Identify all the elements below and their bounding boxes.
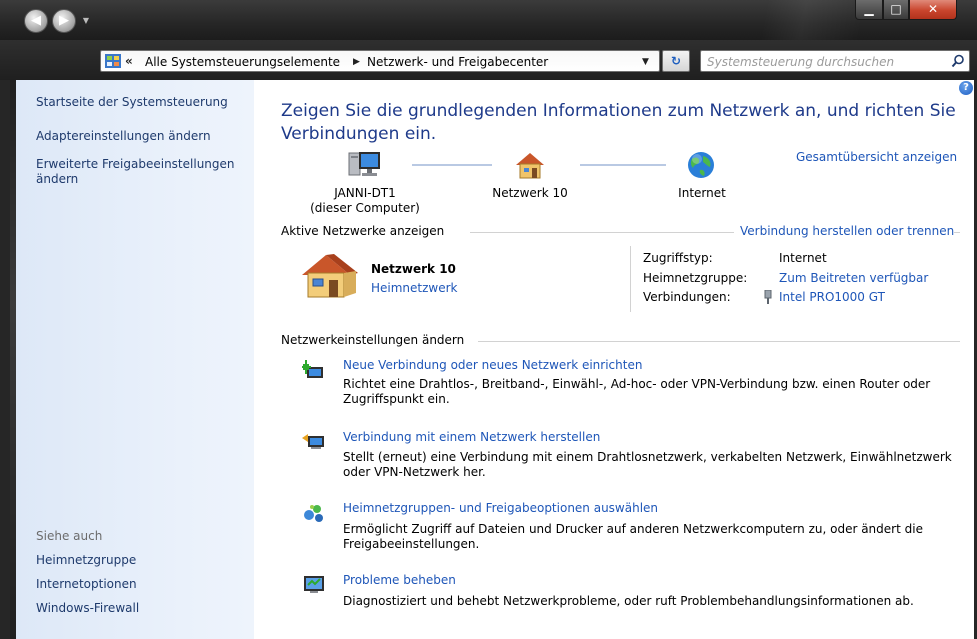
close-button[interactable]: ✕: [909, 0, 957, 20]
breadcrumb-separator-icon[interactable]: ▶: [353, 54, 360, 70]
hidden-crumbs-chevron[interactable]: «: [125, 53, 133, 69]
connection-line: [580, 164, 666, 166]
home-network-icon[interactable]: [514, 150, 546, 180]
active-network-name: Netzwerk 10: [371, 262, 456, 276]
sidebar-link-control-panel-home[interactable]: Startseite der Systemsteuerung: [36, 95, 228, 110]
computer-label: JANNI-DT1 (dieser Computer): [310, 186, 420, 215]
section-divider: [478, 341, 960, 342]
breadcrumb-all-control-panel-items[interactable]: Alle Systemsteuerungselemente: [145, 54, 340, 70]
see-also-heading: Siehe auch: [36, 529, 103, 543]
network-label: Netzwerk 10: [492, 186, 568, 200]
search-input[interactable]: Systemsteuerung durchsuchen: [700, 50, 970, 72]
new-connection-icon[interactable]: [302, 359, 326, 381]
access-type-label: Zugriffstyp:: [643, 251, 713, 265]
page-title: Zeigen Sie die grundlegenden Information…: [281, 101, 956, 144]
refresh-button[interactable]: ↻: [662, 50, 690, 72]
back-button[interactable]: ◀: [24, 9, 48, 33]
homegroup-join-link[interactable]: Zum Beitreten verfügbar: [779, 271, 928, 286]
task-link-new-connection[interactable]: Neue Verbindung oder neues Netzwerk einr…: [343, 358, 642, 373]
computer-icon[interactable]: [348, 150, 382, 180]
sidebar-link-advanced-sharing[interactable]: Erweiterte Freigabeeinstellungen ändern: [36, 157, 236, 187]
connect-disconnect-link[interactable]: Verbindung herstellen oder trennen: [734, 224, 955, 238]
task-link-troubleshoot[interactable]: Probleme beheben: [343, 573, 456, 588]
full-map-link[interactable]: Gesamtübersicht anzeigen: [796, 150, 957, 164]
active-networks-heading: Aktive Netzwerke anzeigen: [281, 224, 451, 239]
network-adapter-icon: [764, 290, 772, 304]
sidebar-link-adapter-settings[interactable]: Adaptereinstellungen ändern: [36, 129, 211, 144]
homegroup-options-icon[interactable]: [302, 502, 326, 524]
network-settings-heading: Netzwerkeinstellungen ändern: [281, 333, 471, 348]
breadcrumb-network-center[interactable]: Netzwerk- und Freigabecenter: [367, 54, 548, 70]
connection-adapter-link[interactable]: Intel PRO1000 GT: [779, 290, 885, 305]
task-link-homegroup-options[interactable]: Heimnetzgruppen- und Freigabeoptionen au…: [343, 501, 658, 516]
connect-network-icon[interactable]: [302, 430, 326, 452]
connections-label: Verbindungen:: [643, 290, 731, 304]
home-network-icon[interactable]: [300, 251, 360, 299]
vertical-divider: [630, 246, 631, 312]
address-dropdown-icon[interactable]: ▼: [642, 54, 649, 70]
homegroup-label: Heimnetzgruppe:: [643, 271, 748, 285]
maximize-button[interactable]: □: [883, 0, 909, 20]
minimize-button[interactable]: ▁: [855, 0, 883, 20]
access-type-value: Internet: [779, 251, 827, 265]
see-also-link-homegroup[interactable]: Heimnetzgruppe: [36, 553, 136, 568]
recent-pages-dropdown[interactable]: ▼: [80, 14, 92, 28]
search-placeholder: Systemsteuerung durchsuchen: [707, 55, 895, 69]
see-also-link-windows-firewall[interactable]: Windows-Firewall: [36, 601, 139, 616]
troubleshoot-icon[interactable]: [302, 573, 326, 595]
task-link-connect-network[interactable]: Verbindung mit einem Netzwerk herstellen: [343, 430, 600, 445]
task-description: Richtet eine Drahtlos-, Breitband-, Einw…: [343, 377, 931, 406]
see-also-link-internet-options[interactable]: Internetoptionen: [36, 577, 137, 592]
task-description: Ermöglicht Zugriff auf Dateien und Druck…: [343, 522, 923, 551]
title-bar: [0, 0, 977, 40]
forward-button[interactable]: ▶: [52, 9, 76, 33]
task-description: Stellt (erneut) eine Verbindung mit eine…: [343, 450, 952, 479]
window-frame-left: [0, 80, 10, 639]
connection-line: [412, 164, 492, 166]
internet-globe-icon[interactable]: [686, 150, 716, 180]
address-bar[interactable]: « Alle Systemsteuerungselemente ▶ Netzwe…: [100, 50, 660, 72]
internet-label: Internet: [678, 186, 726, 200]
search-icon[interactable]: [951, 54, 965, 68]
task-description: Diagnostiziert und behebt Netzwerkproble…: [343, 594, 914, 608]
network-type-link[interactable]: Heimnetzwerk: [371, 281, 458, 295]
control-panel-icon: [105, 54, 121, 68]
help-icon[interactable]: ?: [959, 81, 973, 95]
